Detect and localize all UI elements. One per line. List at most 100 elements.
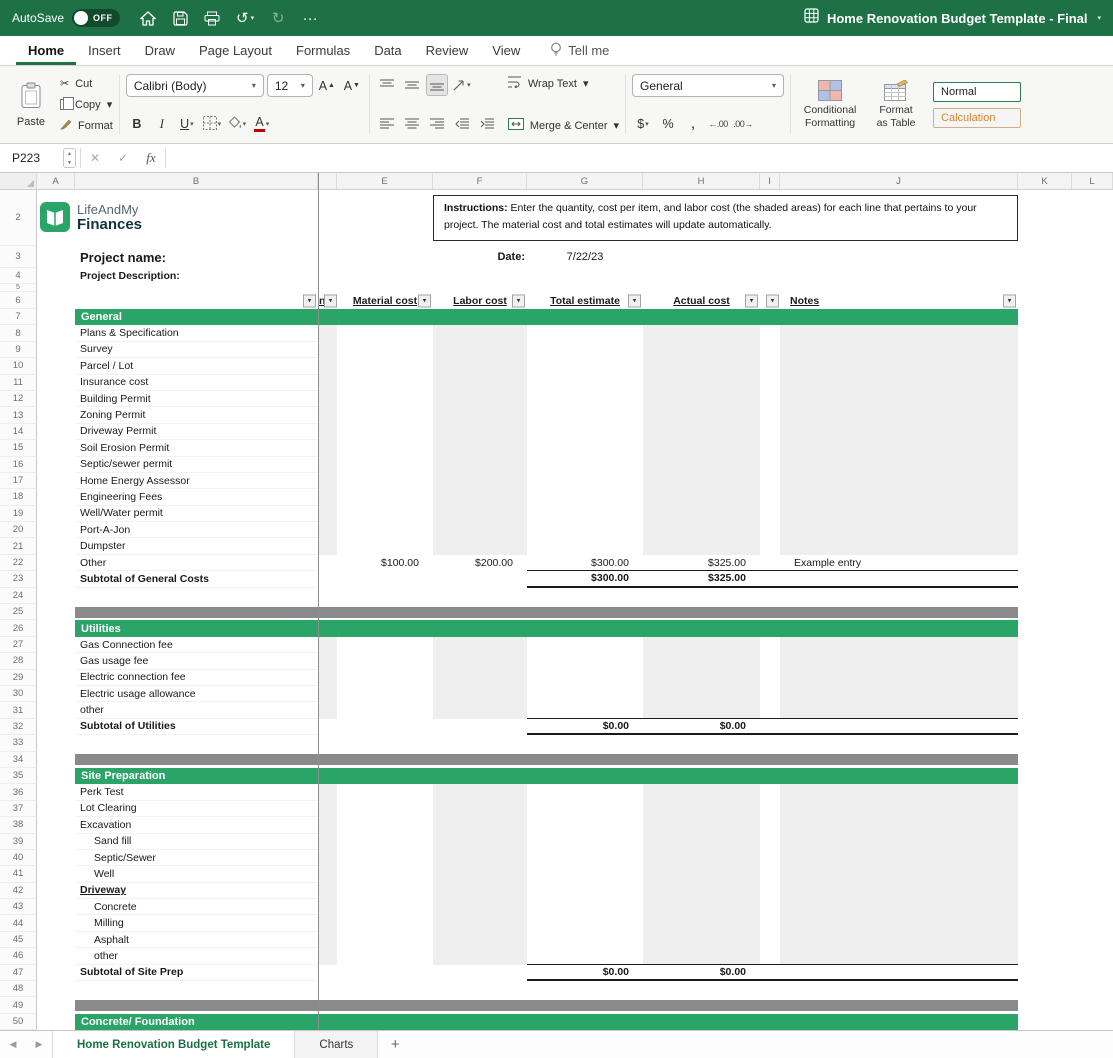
cell-H23[interactable]: $325.00: [643, 571, 760, 587]
row-header-8[interactable]: 8: [0, 325, 37, 341]
ribbon-tab-insert[interactable]: Insert: [76, 36, 133, 65]
cell-I10[interactable]: [760, 358, 780, 374]
cell-H12[interactable]: [643, 391, 760, 407]
cell-K44[interactable]: [1018, 915, 1072, 931]
cell-C36[interactable]: [318, 784, 337, 800]
cell-H45[interactable]: [643, 932, 760, 948]
row-header-49[interactable]: 49: [0, 997, 37, 1013]
align-top-button[interactable]: [376, 74, 398, 96]
cell-A20[interactable]: [37, 522, 75, 538]
cell-L35[interactable]: [1072, 768, 1113, 784]
cell-E2[interactable]: [337, 190, 433, 246]
cell-C11[interactable]: [318, 375, 337, 391]
cell-I22[interactable]: [760, 555, 780, 571]
cell-F39[interactable]: [433, 834, 527, 850]
cell-E14[interactable]: [337, 424, 433, 440]
cell-B38[interactable]: Excavation: [75, 817, 318, 833]
cell-E3[interactable]: [337, 246, 433, 268]
cancel-button[interactable]: ✕: [81, 144, 109, 172]
cell-A49[interactable]: [37, 997, 75, 1013]
cell-K16[interactable]: [1018, 457, 1072, 473]
bold-button[interactable]: B: [126, 113, 148, 135]
cell-L39[interactable]: [1072, 834, 1113, 850]
cell-C20[interactable]: [318, 522, 337, 538]
cell-A41[interactable]: [37, 866, 75, 882]
cell-G30[interactable]: [527, 686, 643, 702]
cell-G11[interactable]: [527, 375, 643, 391]
cell-L12[interactable]: [1072, 391, 1113, 407]
project-name-label[interactable]: Project name:: [75, 246, 318, 268]
cell-A2[interactable]: LifeAndMy Finances: [37, 190, 337, 246]
cell-H30[interactable]: [643, 686, 760, 702]
cell-J31[interactable]: [780, 702, 1018, 718]
row-header-37[interactable]: 37: [0, 801, 37, 817]
row-header-41[interactable]: 41: [0, 866, 37, 882]
cell-C43[interactable]: [318, 899, 337, 915]
cell-A34[interactable]: [37, 752, 75, 768]
cell-K14[interactable]: [1018, 424, 1072, 440]
cell-C39[interactable]: [318, 834, 337, 850]
cell-F37[interactable]: [433, 801, 527, 817]
cell-L2[interactable]: [1072, 190, 1113, 246]
row-header-44[interactable]: 44: [0, 915, 37, 931]
cell-J8[interactable]: [780, 325, 1018, 341]
cell-K2[interactable]: [1018, 190, 1072, 246]
cell-A46[interactable]: [37, 948, 75, 964]
cell-C22[interactable]: [318, 555, 337, 571]
row-header-23[interactable]: 23: [0, 571, 37, 587]
filter-dropdown-icon[interactable]: ▾: [303, 294, 316, 307]
cell-K30[interactable]: [1018, 686, 1072, 702]
cell-C42[interactable]: [318, 883, 337, 899]
font-name-combobox[interactable]: Calibri (Body) ▾: [126, 74, 264, 97]
header-labor-cost[interactable]: Labor cost ▾: [433, 292, 527, 309]
cell-E17[interactable]: [337, 473, 433, 489]
cell-L49[interactable]: [1072, 997, 1113, 1013]
cell-E39[interactable]: [337, 834, 433, 850]
divider-bar-34[interactable]: [75, 754, 1018, 765]
borders-button[interactable]: ▾: [201, 113, 223, 135]
cell-B46[interactable]: other: [75, 948, 318, 964]
cell-H9[interactable]: [643, 342, 760, 358]
cell-E13[interactable]: [337, 407, 433, 423]
cell-J11[interactable]: [780, 375, 1018, 391]
cell-J15[interactable]: [780, 440, 1018, 456]
row-header-45[interactable]: 45: [0, 932, 37, 948]
cell-B18[interactable]: Engineering Fees: [75, 489, 318, 505]
cell-F46[interactable]: [433, 948, 527, 964]
cell-H39[interactable]: [643, 834, 760, 850]
cell-I29[interactable]: [760, 670, 780, 686]
cell-L46[interactable]: [1072, 948, 1113, 964]
cell-G13[interactable]: [527, 407, 643, 423]
cell-J23[interactable]: [780, 571, 1018, 587]
cell-A15[interactable]: [37, 440, 75, 456]
cell-I47[interactable]: [760, 965, 780, 981]
cell-K12[interactable]: [1018, 391, 1072, 407]
row-header-26[interactable]: 26: [0, 620, 37, 636]
name-box-stepper[interactable]: ▲ ▼: [63, 148, 76, 168]
add-sheet-button[interactable]: +: [378, 1031, 412, 1058]
cell-G31[interactable]: [527, 702, 643, 718]
cell-G40[interactable]: [527, 850, 643, 866]
instructions-cell[interactable]: Instructions: Enter the quantity, cost p…: [433, 190, 1018, 246]
cell-I14[interactable]: [760, 424, 780, 440]
font-size-combobox[interactable]: 12 ▾: [267, 74, 313, 97]
cell-H37[interactable]: [643, 801, 760, 817]
row-header-30[interactable]: 30: [0, 686, 37, 702]
cell-E32[interactable]: [337, 719, 433, 735]
cell-C14[interactable]: [318, 424, 337, 440]
cell-I12[interactable]: [760, 391, 780, 407]
cell-K50[interactable]: [1018, 1014, 1072, 1030]
cell-G21[interactable]: [527, 538, 643, 554]
cell-F28[interactable]: [433, 653, 527, 669]
cell-H8[interactable]: [643, 325, 760, 341]
column-header-F[interactable]: F: [433, 173, 527, 189]
cell-B8[interactable]: Plans & Specification: [75, 325, 318, 341]
section-header-26[interactable]: Utilities: [75, 620, 1018, 636]
cell-I44[interactable]: [760, 915, 780, 931]
cell-I18[interactable]: [760, 489, 780, 505]
cell-G18[interactable]: [527, 489, 643, 505]
cell-H44[interactable]: [643, 915, 760, 931]
cell-H15[interactable]: [643, 440, 760, 456]
cell-C30[interactable]: [318, 686, 337, 702]
cell-L24[interactable]: [1072, 588, 1113, 604]
